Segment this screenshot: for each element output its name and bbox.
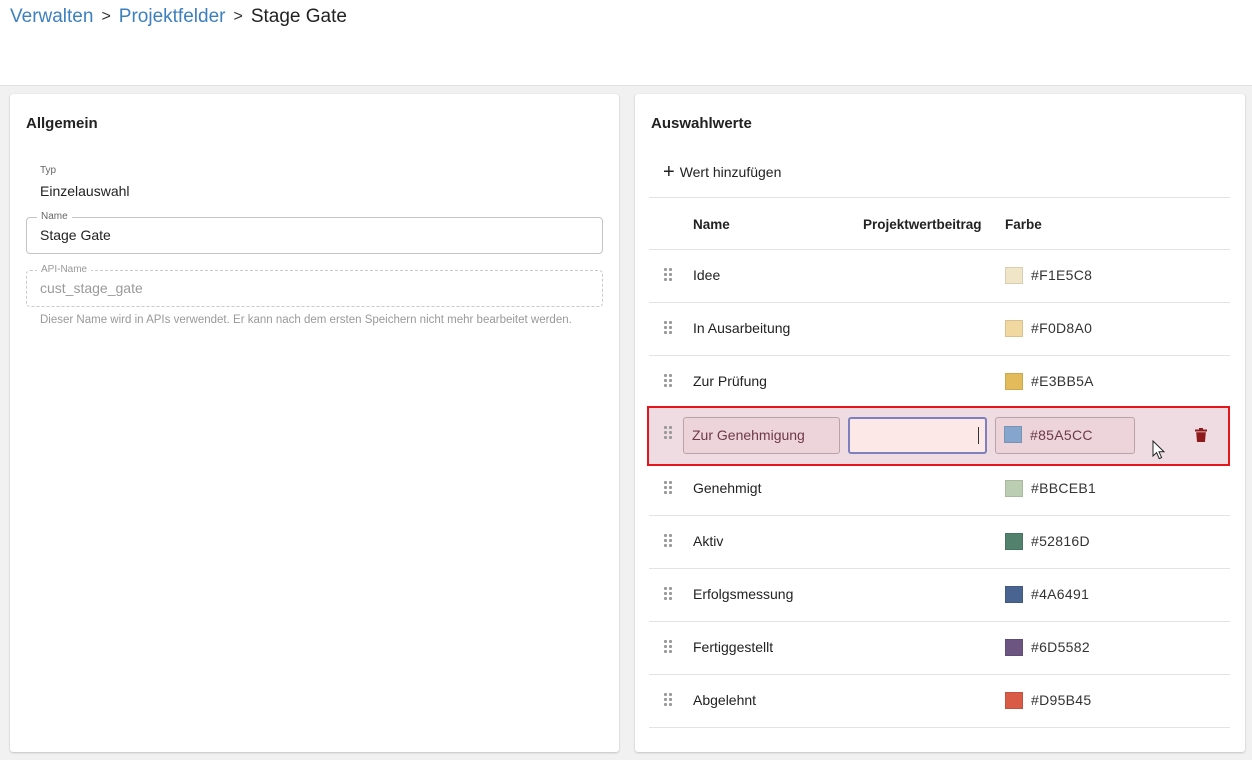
color-hex: #6D5582: [1031, 639, 1090, 655]
color-swatch[interactable]: [1005, 373, 1023, 390]
color-swatch[interactable]: [1005, 533, 1023, 550]
table-body: Idee #F1E5C8 In Ausarbeitung #F0D8A0 Zur Prü…: [647, 250, 1230, 728]
color-hex: #F1E5C8: [1031, 267, 1093, 283]
table-row[interactable]: Idee #F1E5C8: [649, 250, 1230, 303]
color-hex-text: #85A5CC: [1030, 427, 1093, 443]
table-row[interactable]: Zur Prüfung #E3BB5A: [649, 356, 1230, 409]
table-row[interactable]: Erfolgsmessung #4A6491: [649, 569, 1230, 622]
value-name: Genehmigt: [693, 480, 762, 496]
drag-handle-icon[interactable]: [664, 534, 672, 548]
name-field[interactable]: Name: [26, 211, 603, 254]
color-swatch[interactable]: [1005, 639, 1023, 656]
color-swatch[interactable]: [1005, 692, 1023, 709]
add-value-label: Wert hinzufügen: [679, 164, 782, 180]
color-hex: #E3BB5A: [1031, 373, 1094, 389]
drag-handle-icon[interactable]: [664, 268, 672, 282]
drag-handle-icon[interactable]: [664, 374, 672, 388]
color-hex: #D95B45: [1031, 692, 1092, 708]
color-swatch[interactable]: [1005, 586, 1023, 603]
text-caret: [978, 427, 979, 444]
breadcrumb-separator: >: [233, 8, 243, 25]
value-name: Fertiggestellt: [693, 639, 774, 655]
table-row[interactable]: Genehmigt #BBCEB1: [649, 463, 1230, 516]
auswahlwerte-card: Auswahlwerte + Wert hinzufügen Name Proj…: [635, 94, 1245, 752]
name-field-label: Name: [37, 211, 72, 223]
header-name: Name: [693, 217, 730, 232]
value-name: In Ausarbeitung: [693, 320, 791, 336]
values-table: Name Projektwertbeitrag Farbe Idee #F1E5C…: [647, 197, 1230, 728]
breadcrumb-projektfelder[interactable]: Projektfelder: [119, 6, 226, 28]
name-input[interactable]: [40, 227, 580, 243]
drag-handle-icon[interactable]: [664, 640, 672, 654]
table-row[interactable]: In Ausarbeitung #F0D8A0: [649, 303, 1230, 356]
value-name: Aktiv: [693, 533, 724, 549]
drag-handle-icon[interactable]: [664, 693, 672, 707]
breadcrumb: Verwalten > Projektfelder > Stage Gate: [10, 6, 347, 28]
value-name: Abgelehnt: [693, 692, 757, 708]
color-swatch[interactable]: [1004, 426, 1022, 443]
projektwertbeitrag-input[interactable]: [848, 417, 987, 454]
add-value-button[interactable]: + Wert hinzufügen: [663, 161, 782, 183]
api-name-label: API-Name: [37, 264, 92, 276]
color-swatch[interactable]: [1005, 480, 1023, 497]
trash-icon[interactable]: [1195, 428, 1207, 442]
value-name-input[interactable]: Zur Genehmigung: [683, 417, 840, 454]
header-farbe: Farbe: [1005, 217, 1042, 232]
typ-label: Typ: [40, 165, 57, 176]
api-name-input: [40, 280, 580, 296]
api-name-help-text: Dieser Name wird in APIs verwendet. Er k…: [40, 314, 572, 326]
color-hex: #BBCEB1: [1031, 480, 1097, 496]
color-swatch[interactable]: [1005, 267, 1023, 284]
table-row[interactable]: Abgelehnt #D95B45: [649, 675, 1230, 728]
allgemein-card: Allgemein Typ Einzelauswahl Name API-Nam…: [10, 94, 619, 752]
api-name-field: API-Name: [26, 264, 603, 307]
value-name: Idee: [693, 267, 721, 283]
drag-handle-icon[interactable]: [664, 587, 672, 601]
table-header: Name Projektwertbeitrag Farbe: [649, 197, 1230, 250]
drag-handle-icon[interactable]: [664, 481, 672, 495]
color-swatch[interactable]: [1005, 320, 1023, 337]
color-input[interactable]: #85A5CC: [995, 417, 1135, 454]
table-row-editing[interactable]: Zur Genehmigung #85A5CC: [647, 406, 1230, 466]
color-hex: #F0D8A0: [1031, 320, 1093, 336]
mouse-pointer-icon: [1152, 439, 1166, 463]
breadcrumb-verwalten[interactable]: Verwalten: [10, 6, 93, 28]
color-hex: #4A6491: [1031, 586, 1090, 602]
value-name: Zur Prüfung: [693, 373, 767, 389]
drag-handle-icon[interactable]: [664, 321, 672, 335]
header-projektwertbeitrag: Projektwertbeitrag: [863, 217, 982, 232]
plus-icon: +: [663, 161, 675, 183]
color-hex: #52816D: [1031, 533, 1090, 549]
value-name: Erfolgsmessung: [693, 586, 794, 602]
breadcrumb-current: Stage Gate: [250, 6, 347, 27]
allgemein-title: Allgemein: [26, 115, 98, 132]
table-row[interactable]: Aktiv #52816D: [649, 516, 1230, 569]
breadcrumb-separator: >: [101, 8, 111, 25]
auswahlwerte-title: Auswahlwerte: [651, 115, 752, 132]
typ-value: Einzelauswahl: [40, 183, 130, 199]
table-row[interactable]: Fertiggestellt #6D5582: [649, 622, 1230, 675]
drag-handle-icon[interactable]: [664, 426, 672, 440]
value-name-text: Zur Genehmigung: [692, 427, 805, 443]
top-bar: Verwalten > Projektfelder > Stage Gate: [0, 0, 1252, 86]
